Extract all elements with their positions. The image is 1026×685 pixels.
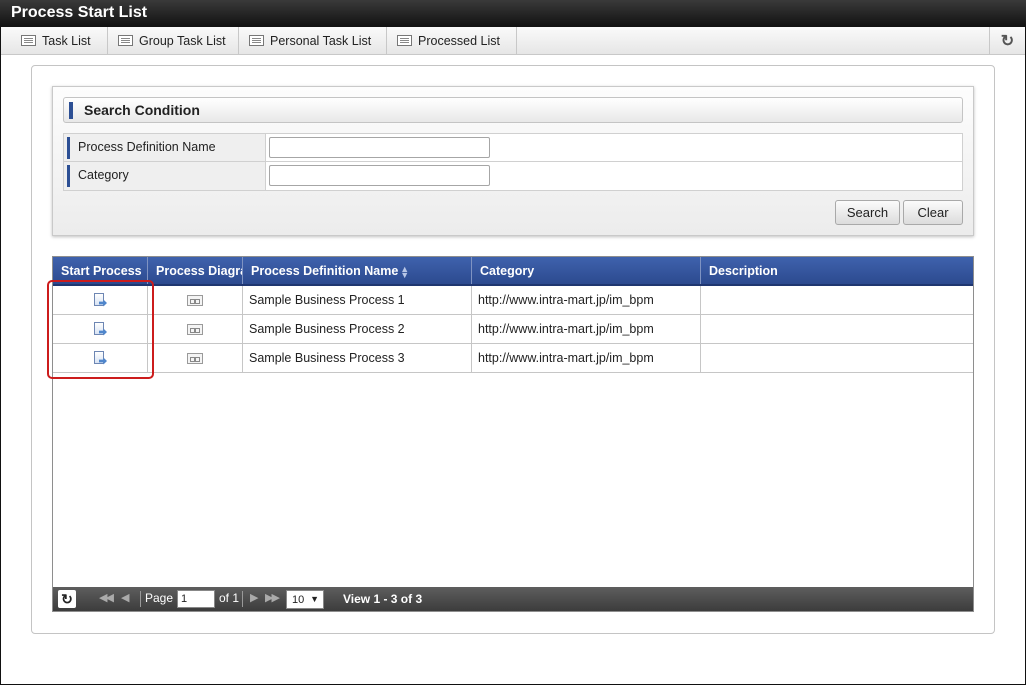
tab-task-list[interactable]: Task List: [11, 27, 108, 54]
process-diagram-cell[interactable]: [148, 315, 243, 343]
page-size-select[interactable]: 10 ▼: [286, 590, 324, 609]
page-title: Process Start List: [0, 0, 1026, 27]
description-cell: [701, 344, 973, 372]
field-cell: [266, 162, 962, 190]
column-label: Process Definition Name: [251, 264, 399, 278]
search-header: Search Condition: [63, 97, 963, 123]
tab-label: Processed List: [418, 33, 500, 48]
condition-row-category: Category: [64, 162, 962, 190]
tab-label: Task List: [42, 33, 91, 48]
prev-page-icon[interactable]: ◀: [121, 591, 130, 604]
first-page-icon[interactable]: ◀◀: [99, 591, 114, 604]
tab-label: Personal Task List: [270, 33, 372, 48]
list-icon: [397, 35, 412, 46]
clear-button[interactable]: Clear: [903, 200, 963, 225]
process-diagram-cell[interactable]: [148, 286, 243, 314]
sort-icon: ▲ ▼: [400, 263, 410, 280]
field-label: Category: [64, 162, 266, 190]
chevron-down-icon: ▼: [310, 594, 319, 604]
refresh-icon: ↻: [61, 590, 73, 607]
accent-bar: [69, 102, 73, 119]
search-conditions: Process Definition Name Category: [63, 133, 963, 191]
process-diagram-cell[interactable]: [148, 344, 243, 372]
tab-processed-list[interactable]: Processed List: [387, 27, 517, 54]
list-icon: [118, 35, 133, 46]
process-grid: Start Process Process Diagram Process De…: [52, 256, 974, 612]
tab-label: Group Task List: [139, 33, 226, 48]
refresh-button[interactable]: ↻: [989, 27, 1025, 54]
page-count: of 1: [219, 591, 240, 605]
field-cell: [266, 134, 962, 161]
description-cell: [701, 315, 973, 343]
category-input[interactable]: [269, 165, 490, 186]
process-diagram-icon[interactable]: [187, 352, 203, 364]
tab-personal-task-list[interactable]: Personal Task List: [239, 27, 387, 54]
last-page-icon[interactable]: ▶▶: [265, 591, 280, 604]
process-name-cell: Sample Business Process 3: [243, 344, 472, 372]
record-count: View 1 - 3 of 3: [343, 592, 423, 606]
column-process-diagram[interactable]: Process Diagram: [148, 257, 243, 284]
description-cell: [701, 286, 973, 314]
tab-bar: Task List Group Task List Personal Task …: [1, 27, 1025, 55]
condition-row-process-name: Process Definition Name: [64, 134, 962, 162]
page-number-input[interactable]: 1: [177, 590, 215, 608]
process-name-cell: Sample Business Process 1: [243, 286, 472, 314]
list-icon: [21, 35, 36, 46]
table-row[interactable]: Sample Business Process 3 http://www.int…: [53, 344, 973, 373]
pager-divider: [242, 591, 243, 607]
grid-body: Sample Business Process 1 http://www.int…: [53, 286, 973, 373]
grid-header: Start Process Process Diagram Process De…: [53, 257, 973, 286]
process-diagram-icon[interactable]: [187, 323, 203, 335]
search-button[interactable]: Search: [835, 200, 900, 225]
page-label: Page: [145, 591, 174, 605]
category-cell: http://www.intra-mart.jp/im_bpm: [472, 344, 701, 372]
refresh-icon: ↻: [1000, 32, 1015, 50]
process-diagram-icon[interactable]: [187, 294, 203, 306]
start-process-highlight: [47, 280, 154, 379]
tab-group-task-list[interactable]: Group Task List: [108, 27, 239, 54]
grid-pager: ↻ ◀◀ ◀ Page 1 of 1 ▶ ▶▶ 10 ▼ View 1 - 3 …: [53, 587, 973, 611]
column-category[interactable]: Category: [472, 257, 701, 284]
grid-refresh-button[interactable]: ↻: [58, 590, 76, 608]
list-icon: [249, 35, 264, 46]
column-description[interactable]: Description: [701, 257, 973, 284]
pager-divider: [140, 591, 141, 607]
table-row[interactable]: Sample Business Process 2 http://www.int…: [53, 315, 973, 344]
process-definition-name-input[interactable]: [269, 137, 490, 158]
search-panel: Search Condition Process Definition Name…: [52, 86, 974, 236]
column-process-definition-name[interactable]: Process Definition Name ▲ ▼: [243, 257, 472, 284]
table-row[interactable]: Sample Business Process 1 http://www.int…: [53, 286, 973, 315]
field-label: Process Definition Name: [64, 134, 266, 161]
category-cell: http://www.intra-mart.jp/im_bpm: [472, 315, 701, 343]
next-page-icon[interactable]: ▶: [250, 591, 259, 604]
search-title: Search Condition: [84, 102, 200, 118]
page-size-value: 10: [292, 594, 305, 606]
category-cell: http://www.intra-mart.jp/im_bpm: [472, 286, 701, 314]
process-name-cell: Sample Business Process 2: [243, 315, 472, 343]
